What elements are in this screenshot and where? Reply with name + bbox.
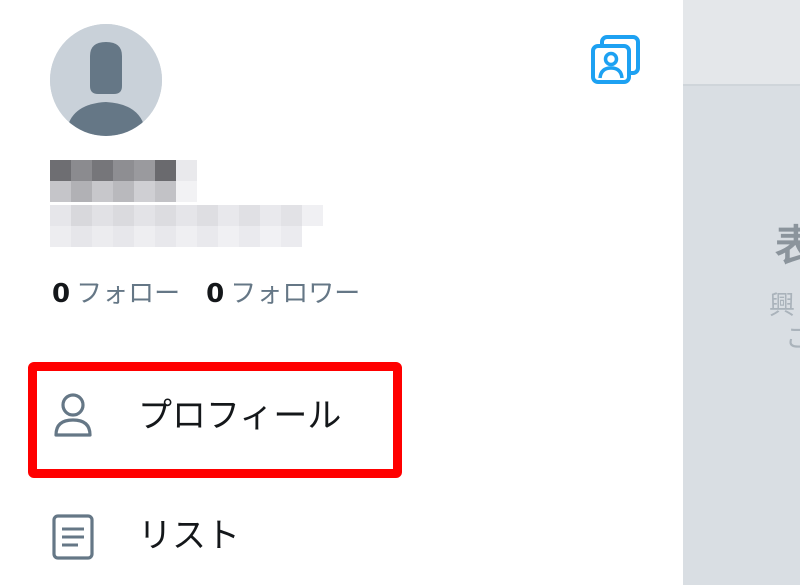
handle-censored-lower — [50, 226, 302, 247]
app-root: 0 フォロー 0 フォロワー プロフィール リスト 表 興 こ — [0, 0, 800, 585]
following-link[interactable]: フォロー — [76, 279, 180, 309]
menu-item-lists[interactable]: リスト — [0, 490, 683, 582]
background-title-fragment: 表 — [775, 221, 800, 270]
background-text-fragment: こ — [785, 324, 800, 354]
display-name-censored — [50, 160, 197, 181]
background-timeline-overlay[interactable]: 表 興 こ — [683, 0, 800, 585]
accounts-icon — [591, 35, 640, 84]
menu-item-label: リスト — [138, 516, 240, 556]
handle-censored — [50, 205, 323, 226]
default-avatar-icon — [50, 24, 162, 136]
person-icon — [48, 390, 98, 440]
background-header — [683, 0, 800, 86]
followers-count: 0 — [206, 279, 225, 309]
menu-item-label: プロフィール — [138, 396, 342, 436]
list-icon — [48, 512, 98, 562]
display-name-censored-lower — [50, 181, 197, 202]
follow-counts: 0 フォロー 0 フォロワー — [52, 276, 360, 312]
switch-account-button[interactable] — [588, 34, 644, 86]
menu-item-profile[interactable]: プロフィール — [0, 370, 683, 462]
side-drawer: 0 フォロー 0 フォロワー プロフィール リスト — [0, 0, 683, 585]
background-text-fragment: 興 — [769, 291, 796, 321]
avatar[interactable] — [50, 24, 162, 136]
following-count: 0 — [52, 279, 71, 309]
followers-link[interactable]: フォロワー — [230, 279, 360, 309]
